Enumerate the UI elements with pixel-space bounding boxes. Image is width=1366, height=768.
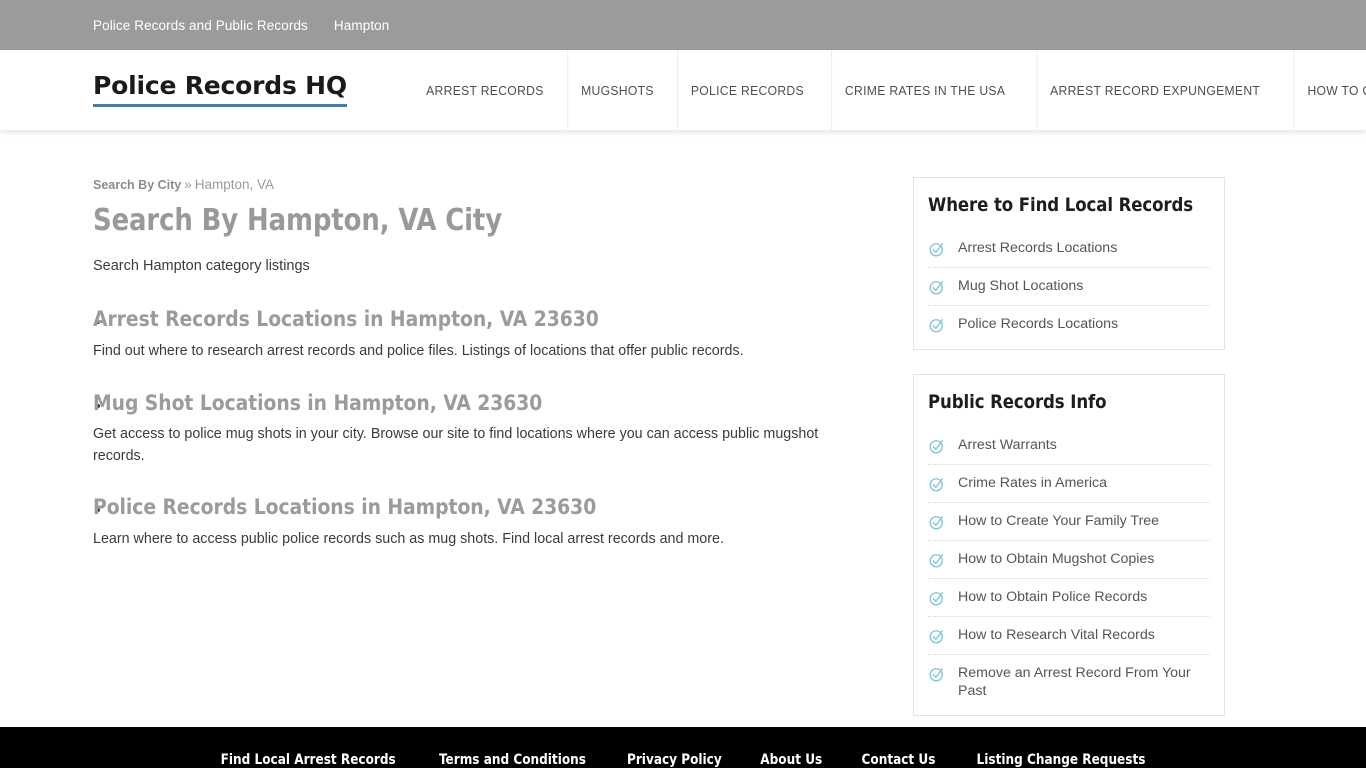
page-title: Search By Hampton, VA City [93, 203, 503, 238]
circle-check-icon [928, 551, 946, 569]
site-header: Police Records HQ ARREST RECORDS MUGSHOT… [0, 50, 1366, 131]
sidebar-link-arrest-warrants[interactable]: Arrest Warrants [958, 436, 1057, 454]
site-header-inner: Police Records HQ ARREST RECORDS MUGSHOT… [93, 50, 1366, 130]
breadcrumb-current: Hampton, VA [194, 177, 275, 192]
sidebar-link-how-to-obtain-mugshot-copies[interactable]: How to Obtain Mugshot Copies [958, 550, 1154, 568]
main-navigation: ARREST RECORDS MUGSHOTS POLICE RECORDS C… [407, 50, 1366, 130]
sidebar: Where to Find Local Records Arrest Recor… [913, 177, 1225, 740]
nav-item-arrest-record-expungement[interactable]: ARREST RECORD EXPUNGEMENT [1036, 50, 1273, 130]
widget-title: Where to Find Local Records [928, 194, 1194, 216]
sidebar-link-how-to-research-vital-records[interactable]: How to Research Vital Records [958, 626, 1155, 644]
widget-title: Public Records Info [928, 391, 1107, 413]
widget-link-list: Arrest Records Locations Mug Shot Locati… [928, 230, 1210, 343]
sidebar-link-mug-shot-locations[interactable]: Mug Shot Locations [958, 277, 1083, 295]
list-item: How to Create Your Family Tree [928, 503, 1210, 541]
top-utility-bar-inner: Police Records and Public Records Hampto… [93, 18, 1273, 33]
list-item: How to Obtain Mugshot Copies [928, 541, 1210, 579]
circle-check-icon [928, 513, 946, 531]
intro-text: Search Hampton category listings [93, 257, 310, 274]
sidebar-link-remove-an-arrest-record-from-your-past[interactable]: Remove an Arrest Record From Your Past [958, 664, 1210, 700]
sidebar-link-how-to-obtain-police-records[interactable]: How to Obtain Police Records [958, 588, 1147, 606]
sidebar-link-police-records-locations[interactable]: Police Records Locations [958, 315, 1118, 333]
sidebar-widget-public-records-info: Public Records Info Arrest Warrants Crim… [913, 374, 1225, 717]
nav-item-crime-rates-in-the-usa[interactable]: CRIME RATES IN THE USA [830, 50, 1018, 130]
topbar-link-hampton[interactable]: Hampton [334, 18, 389, 33]
circle-check-icon [928, 240, 946, 258]
list-item: Police Records Locations in Hampton, VA … [93, 495, 873, 550]
list-item: Arrest Records Locations [928, 230, 1210, 268]
topbar-link-police-records-and-public-records[interactable]: Police Records and Public Records [93, 18, 308, 33]
nav-item-how-to-obtain-public-records[interactable]: HOW TO OBTAIN PUBLIC RECORDS [1293, 50, 1366, 130]
sidebar-link-arrest-records-locations[interactable]: Arrest Records Locations [958, 239, 1117, 257]
footer-link-listing-change-requests[interactable]: Listing Change Requests [976, 753, 1145, 768]
circle-check-icon [928, 627, 946, 645]
page-body: Search By City» Hampton, VA Search By Ham… [93, 131, 1273, 740]
list-item: Remove an Arrest Record From Your Past [928, 655, 1210, 709]
list-item: Mug Shot Locations [928, 268, 1210, 306]
footer-link-terms-and-conditions[interactable]: Terms and Conditions [439, 753, 586, 768]
listing-description: Find out where to research arrest record… [93, 343, 744, 360]
list-item: Police Records Locations [928, 306, 1210, 343]
list-item: Arrest Records Locations in Hampton, VA … [93, 307, 873, 362]
sidebar-link-crime-rates-in-america[interactable]: Crime Rates in America [958, 474, 1107, 492]
breadcrumb-separator: » [184, 177, 192, 192]
nav-item-mugshots[interactable]: MUGSHOTS [567, 50, 666, 130]
top-utility-bar: Police Records and Public Records Hampto… [0, 0, 1366, 50]
footer-link-privacy-policy[interactable]: Privacy Policy [627, 753, 722, 768]
circle-check-icon [928, 589, 946, 607]
logo-wrapper: Police Records HQ [93, 50, 407, 130]
circle-check-icon [928, 316, 946, 334]
footer-link-contact-us[interactable]: Contact Us [861, 753, 935, 768]
site-footer: Find Local Arrest Records Terms and Cond… [0, 727, 1366, 768]
listing-title-link-police-records[interactable]: Police Records Locations in Hampton, VA … [93, 495, 850, 521]
footer-link-find-local-arrest-records[interactable]: Find Local Arrest Records [221, 753, 396, 768]
list-item: Crime Rates in America [928, 465, 1210, 503]
site-footer-inner: Find Local Arrest Records Terms and Cond… [93, 727, 1273, 768]
site-logo[interactable]: Police Records HQ [93, 73, 347, 107]
listing-title-link-mug-shot[interactable]: Mug Shot Locations in Hampton, VA 23630 [93, 391, 850, 417]
nav-item-police-records[interactable]: POLICE RECORDS [676, 50, 817, 130]
category-listing-list: Arrest Records Locations in Hampton, VA … [93, 307, 873, 550]
nav-item-arrest-records[interactable]: ARREST RECORDS [413, 50, 556, 130]
listing-title-link-arrest-records[interactable]: Arrest Records Locations in Hampton, VA … [93, 307, 850, 333]
circle-check-icon [928, 665, 946, 683]
circle-check-icon [928, 475, 946, 493]
footer-link-about-us[interactable]: About Us [761, 753, 823, 768]
listing-description: Learn where to access public police reco… [93, 531, 724, 548]
widget-link-list: Arrest Warrants Crime Rates in America H… [928, 427, 1210, 709]
list-item: Arrest Warrants [928, 427, 1210, 465]
main-content: Search By City» Hampton, VA Search By Ham… [93, 177, 913, 578]
sidebar-link-how-to-create-your-family-tree[interactable]: How to Create Your Family Tree [958, 512, 1159, 530]
breadcrumb-root-link[interactable]: Search By City [93, 178, 181, 192]
circle-check-icon [928, 278, 946, 296]
breadcrumb: Search By City» Hampton, VA [93, 177, 873, 192]
list-item: Mug Shot Locations in Hampton, VA 23630 … [93, 391, 873, 468]
list-item: How to Obtain Police Records [928, 579, 1210, 617]
circle-check-icon [928, 437, 946, 455]
list-item: How to Research Vital Records [928, 617, 1210, 655]
listing-description: Get access to police mug shots in your c… [93, 426, 819, 464]
sidebar-widget-where-to-find-local-records: Where to Find Local Records Arrest Recor… [913, 177, 1225, 350]
